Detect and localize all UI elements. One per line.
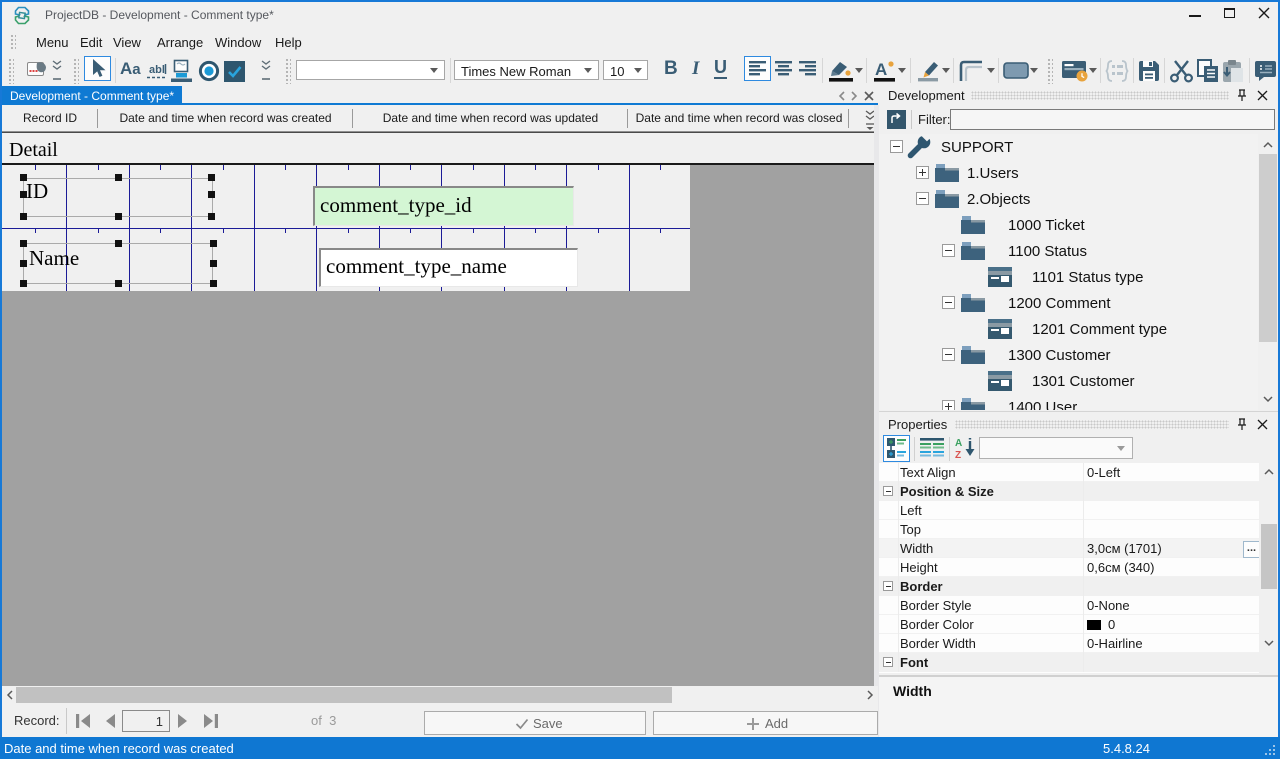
svg-text:A: A bbox=[875, 60, 887, 79]
svg-text:A: A bbox=[955, 438, 962, 449]
svg-text:abl: abl bbox=[149, 64, 165, 76]
svg-text:Z: Z bbox=[955, 450, 961, 460]
